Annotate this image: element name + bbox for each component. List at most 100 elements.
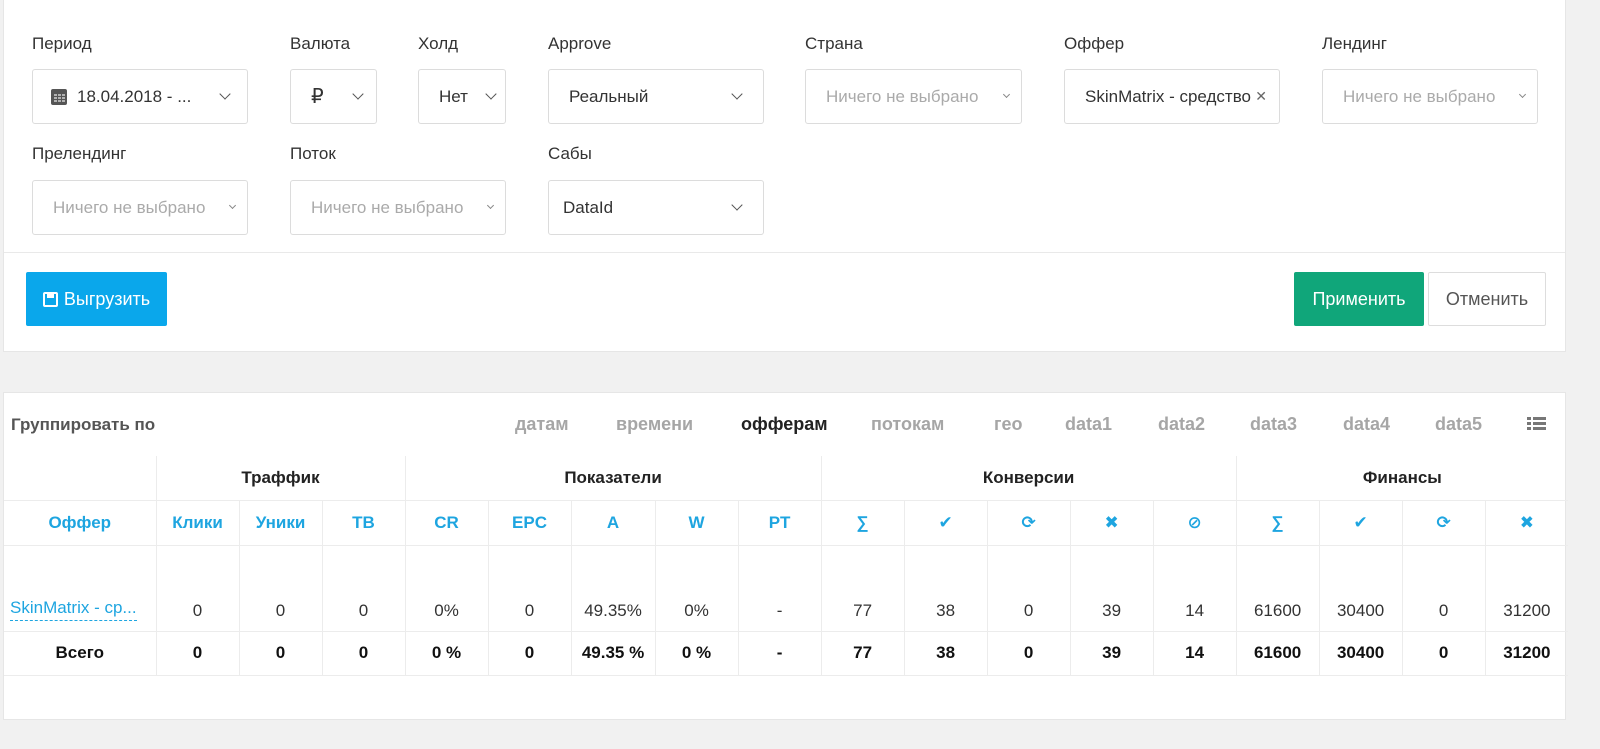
col-uniques[interactable]: Уники <box>238 499 323 546</box>
cell-tb: 0 <box>321 544 406 632</box>
group-tab-dates[interactable]: датам <box>515 414 569 435</box>
cell-a: 49.35% <box>570 544 656 632</box>
group-tab-geo[interactable]: гео <box>994 414 1023 435</box>
total-fin-rejected: 31200 <box>1484 630 1569 676</box>
offer-select[interactable]: SkinMatrix - средство ✕ <box>1064 69 1280 124</box>
landing-select[interactable]: Ничего не выбрано <box>1322 69 1538 124</box>
group-header-finance: Финансы <box>1235 456 1569 501</box>
stream-select[interactable]: Ничего не выбрано <box>290 180 506 235</box>
col-pt[interactable]: PT <box>737 499 822 546</box>
col-a[interactable]: A <box>570 499 656 546</box>
total-pt: - <box>737 630 822 676</box>
total-fin-hold: 0 <box>1401 630 1486 676</box>
hold-value: Нет <box>439 86 468 106</box>
table-row: SkinMatrix - ср... 0 0 0 0% 0 49.35% 0% … <box>4 544 1569 632</box>
cell-conv-rejected: 39 <box>1069 544 1154 632</box>
prelanding-label: Прелендинг <box>32 144 127 163</box>
total-conv-trash: 14 <box>1152 630 1237 676</box>
cancel-button[interactable]: Отменить <box>1428 272 1546 326</box>
subs-select[interactable]: DataId <box>548 180 764 235</box>
calendar-icon <box>51 88 67 105</box>
chevron-down-icon <box>352 88 364 100</box>
caret-down-icon <box>228 201 237 210</box>
cell-epc: 0 <box>487 544 572 632</box>
conv-check-icon[interactable]: ✔ <box>903 499 988 546</box>
currency-select[interactable]: ₽ <box>290 69 377 124</box>
group-tab-data5[interactable]: data5 <box>1435 414 1482 435</box>
chevron-down-icon <box>485 88 497 100</box>
group-tab-time[interactable]: времени <box>616 414 693 435</box>
approve-label: Approve <box>548 34 612 53</box>
group-tab-data4[interactable]: data4 <box>1343 414 1390 435</box>
column-header-row: Оффер Клики Уники ТВ CR EPC A W PT ∑ ✔ ⟳… <box>4 499 1569 546</box>
total-epc: 0 <box>487 630 572 676</box>
total-fin-approved: 30400 <box>1318 630 1403 676</box>
fin-refresh-icon[interactable]: ⟳ <box>1401 499 1486 546</box>
group-tab-data3[interactable]: data3 <box>1250 414 1297 435</box>
landing-label: Лендинг <box>1322 34 1388 53</box>
offer-value: SkinMatrix - средство <box>1085 86 1251 106</box>
country-placeholder: Ничего не выбрано <box>826 86 979 106</box>
stream-placeholder: Ничего не выбрано <box>311 197 464 217</box>
group-tab-data2[interactable]: data2 <box>1158 414 1205 435</box>
offer-link[interactable]: SkinMatrix - ср... <box>10 598 137 621</box>
group-by-label: Группировать по <box>11 415 156 434</box>
col-offer[interactable]: Оффер <box>4 499 157 546</box>
cell-w: 0% <box>654 544 739 632</box>
period-value: 18.04.2018 - ... <box>77 86 192 106</box>
conv-sum-icon[interactable]: ∑ <box>820 499 905 546</box>
group-header-traffic: Траффик <box>155 456 406 501</box>
caret-down-icon <box>486 201 495 210</box>
group-header-metrics: Показатели <box>404 456 822 501</box>
total-fin-total: 61600 <box>1235 630 1320 676</box>
total-row: Всего 0 0 0 0 % 0 49.35 % 0 % - 77 38 0 … <box>4 630 1569 676</box>
group-tab-streams[interactable]: потокам <box>871 414 944 435</box>
hold-label: Холд <box>418 34 459 53</box>
hold-select[interactable]: Нет <box>418 69 506 124</box>
col-tb[interactable]: ТВ <box>321 499 406 546</box>
col-clicks[interactable]: Клики <box>155 499 240 546</box>
col-epc[interactable]: EPC <box>487 499 572 546</box>
country-select[interactable]: Ничего не выбрано <box>805 69 1022 124</box>
cell-conv-trash: 14 <box>1152 544 1237 632</box>
total-a: 49.35 % <box>570 630 656 676</box>
currency-value: ₽ <box>311 86 324 108</box>
landing-placeholder: Ничего не выбрано <box>1343 86 1496 106</box>
currency-label: Валюта <box>290 34 351 53</box>
total-conv-rejected: 39 <box>1069 630 1154 676</box>
prelanding-select[interactable]: Ничего не выбрано <box>32 180 248 235</box>
approve-select[interactable]: Реальный <box>548 69 764 124</box>
col-cr[interactable]: CR <box>404 499 489 546</box>
group-header-row: Траффик Показатели Конверсии Финансы <box>4 456 1569 501</box>
total-conv-approved: 38 <box>903 630 988 676</box>
subs-label: Сабы <box>548 144 592 163</box>
group-tab-offers[interactable]: офферам <box>741 414 828 435</box>
stats-table: Траффик Показатели Конверсии Финансы Офф… <box>4 456 1569 676</box>
apply-button[interactable]: Применить <box>1294 272 1424 326</box>
export-button[interactable]: Выгрузить <box>26 272 167 326</box>
caret-down-icon <box>1002 90 1011 99</box>
clear-icon[interactable]: ✕ <box>1255 88 1267 105</box>
period-select[interactable]: 18.04.2018 - ... <box>32 69 248 124</box>
stream-label: Поток <box>290 144 336 163</box>
period-label: Период <box>32 34 92 53</box>
offer-label: Оффер <box>1064 34 1125 53</box>
conv-ban-icon[interactable]: ⊘ <box>1152 499 1237 546</box>
total-label: Всего <box>4 630 157 676</box>
conv-refresh-icon[interactable]: ⟳ <box>986 499 1071 546</box>
total-tb: 0 <box>321 630 406 676</box>
fin-cross-icon[interactable]: ✖ <box>1484 499 1569 546</box>
total-conv-total: 77 <box>820 630 905 676</box>
fin-check-icon[interactable]: ✔ <box>1318 499 1403 546</box>
fin-sum-icon[interactable]: ∑ <box>1235 499 1320 546</box>
stats-panel: Группировать по датам времени офферам по… <box>3 392 1569 720</box>
total-uniques: 0 <box>238 630 323 676</box>
list-icon[interactable] <box>1527 417 1546 431</box>
group-tab-data1[interactable]: data1 <box>1065 414 1112 435</box>
row-offer-cell: SkinMatrix - ср... <box>4 544 157 632</box>
export-label: Выгрузить <box>63 288 151 309</box>
col-w[interactable]: W <box>654 499 739 546</box>
filter-panel: Период Валюта Холд Approve Страна Оффер … <box>3 0 1566 352</box>
chevron-down-icon <box>731 199 743 211</box>
conv-cross-icon[interactable]: ✖ <box>1069 499 1154 546</box>
